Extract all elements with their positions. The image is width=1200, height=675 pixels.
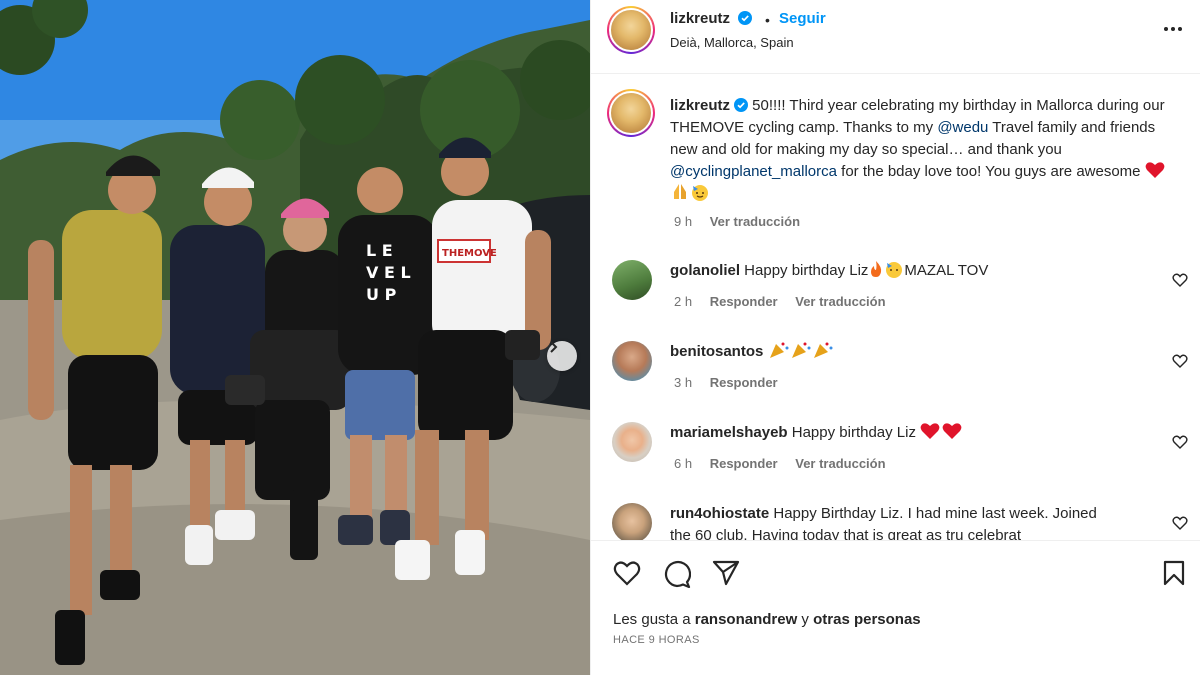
reply-link[interactable]: Responder bbox=[710, 375, 778, 390]
comment-like-icon[interactable] bbox=[1172, 515, 1188, 531]
comment-text-2: the 60 club. Having today that is great … bbox=[670, 527, 1022, 540]
likes-suffix: y bbox=[797, 611, 814, 628]
post-location[interactable]: Deià, Mallorca, Spain bbox=[670, 35, 794, 50]
caption-meta: 9 h Ver traducción bbox=[674, 214, 814, 229]
svg-text:L E: L E bbox=[366, 241, 393, 260]
comment-avatar[interactable] bbox=[612, 341, 652, 381]
red-heart-emoji-icon bbox=[920, 423, 940, 439]
post-timestamp[interactable]: HACE 9 HORAS bbox=[613, 634, 700, 646]
comment-text-2: MAZAL TOV bbox=[904, 262, 989, 279]
svg-text:THEMOVE: THEMOVE bbox=[442, 248, 497, 259]
party-popper-emoji-icon bbox=[813, 342, 833, 358]
comment-time[interactable]: 2 h bbox=[674, 294, 692, 309]
author-avatar[interactable] bbox=[607, 6, 655, 54]
post-photo[interactable]: L E V E L U P THEMOVE bbox=[0, 0, 590, 675]
comment-like-icon[interactable] bbox=[1172, 353, 1188, 369]
separator-dot: • bbox=[765, 12, 770, 28]
comment-text: Happy birthday Liz bbox=[740, 262, 869, 279]
svg-text:V E L: V E L bbox=[366, 263, 411, 282]
like-icon[interactable] bbox=[613, 560, 641, 586]
comment-meta: 2 h Responder Ver traducción bbox=[674, 294, 900, 309]
comment: run4ohiostate Happy Birthday Liz. I had … bbox=[670, 503, 1165, 540]
comment-text: Happy birthday Liz bbox=[787, 424, 921, 441]
red-heart-emoji-icon bbox=[942, 423, 962, 439]
caption-time[interactable]: 9 h bbox=[674, 214, 692, 229]
comment: golanoliel Happy birthday Liz MAZAL TOV bbox=[670, 260, 1165, 282]
party-popper-emoji-icon bbox=[791, 342, 811, 358]
comment-avatar[interactable] bbox=[612, 422, 652, 462]
comment-username[interactable]: golanoliel bbox=[670, 262, 740, 279]
caption-avatar[interactable] bbox=[607, 89, 655, 137]
party-face-emoji-icon bbox=[692, 185, 708, 201]
comments-section[interactable]: lizkreutz 50!!!! Third year celebrating … bbox=[591, 75, 1200, 540]
comment-time[interactable]: 3 h bbox=[674, 375, 692, 390]
folded-hands-emoji-icon bbox=[674, 184, 686, 199]
author-username[interactable]: lizkreutz bbox=[670, 10, 730, 27]
author-username-row[interactable]: lizkreutz bbox=[670, 10, 753, 27]
likes-summary: Les gusta a ransonandrew y otras persona… bbox=[613, 611, 921, 628]
comment: mariamelshayeb Happy birthday Liz bbox=[670, 422, 1165, 444]
comment-username[interactable]: benitosantos bbox=[670, 343, 763, 360]
mention-wedu[interactable]: @wedu bbox=[937, 119, 988, 136]
comment-avatar[interactable] bbox=[612, 260, 652, 300]
likes-prefix: Les gusta a bbox=[613, 611, 695, 628]
post-header: lizkreutz • Seguir Deià, Mallorca, Spain bbox=[591, 0, 1200, 74]
caption: lizkreutz 50!!!! Third year celebrating … bbox=[670, 95, 1170, 205]
comment-icon[interactable] bbox=[663, 560, 691, 588]
verified-icon bbox=[734, 98, 749, 112]
translate-link[interactable]: Ver traducción bbox=[795, 294, 885, 309]
post-details-panel: lizkreutz • Seguir Deià, Mallorca, Spain… bbox=[590, 0, 1200, 675]
comment-username[interactable]: mariamelshayeb bbox=[670, 424, 788, 441]
party-face-emoji-icon bbox=[886, 262, 903, 278]
reply-link[interactable]: Responder bbox=[710, 294, 778, 309]
verified-icon bbox=[738, 11, 753, 25]
comment-avatar[interactable] bbox=[612, 503, 652, 540]
follow-button[interactable]: Seguir bbox=[779, 10, 826, 27]
reply-link[interactable]: Responder bbox=[710, 456, 778, 471]
next-photo-icon bbox=[550, 341, 558, 353]
photo-illustration: L E V E L U P THEMOVE bbox=[0, 0, 590, 675]
comment-meta: 3 h Responder bbox=[674, 375, 792, 390]
red-heart-emoji-icon bbox=[1145, 162, 1165, 178]
comment-time[interactable]: 6 h bbox=[674, 456, 692, 471]
party-popper-emoji-icon bbox=[769, 342, 789, 358]
caption-text-3: for the bday love too! You guys are awes… bbox=[836, 163, 1145, 180]
comment-meta: 6 h Responder Ver traducción bbox=[674, 456, 900, 471]
more-options-icon[interactable] bbox=[1161, 22, 1185, 36]
comment-text: Happy Birthday Liz. I had mine last week… bbox=[769, 505, 1097, 522]
mention-cyclingplanet[interactable]: @cyclingplanet_mallorca bbox=[670, 163, 837, 180]
likes-others-link[interactable]: otras personas bbox=[813, 611, 921, 628]
comment-username[interactable]: run4ohiostate bbox=[670, 505, 769, 522]
caption-translate-link[interactable]: Ver traducción bbox=[710, 214, 800, 229]
svg-text:U P: U P bbox=[366, 285, 397, 304]
comment-like-icon[interactable] bbox=[1172, 434, 1188, 450]
translate-link[interactable]: Ver traducción bbox=[795, 456, 885, 471]
liker-username[interactable]: ransonandrew bbox=[695, 611, 798, 628]
fire-emoji-icon bbox=[871, 261, 882, 277]
caption-username[interactable]: lizkreutz bbox=[670, 97, 730, 114]
next-photo-button[interactable] bbox=[547, 341, 577, 371]
save-icon[interactable] bbox=[1163, 560, 1185, 586]
comment: benitosantos bbox=[670, 341, 1165, 363]
share-icon[interactable] bbox=[712, 560, 740, 586]
post-actions: Les gusta a ransonandrew y otras persona… bbox=[591, 540, 1200, 675]
comment-like-icon[interactable] bbox=[1172, 272, 1188, 288]
